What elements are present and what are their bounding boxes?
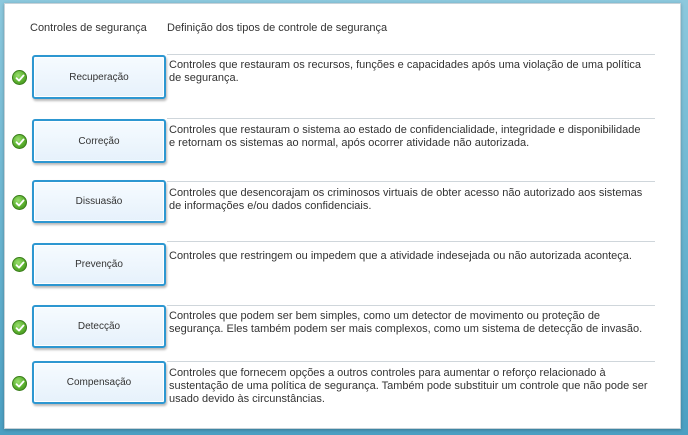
drag-tile-compensacao[interactable]: Compensação: [32, 361, 166, 404]
check-circle-icon: [12, 134, 27, 149]
definition-text: Controles que podem ser bem simples, com…: [169, 310, 643, 335]
row-divider: [167, 305, 655, 306]
check-circle-icon: [12, 257, 27, 272]
check-circle-icon: [12, 195, 27, 210]
definition-text: Controles que fornecem opções a outros c…: [169, 367, 648, 405]
drag-tile-prevencao[interactable]: Prevenção: [32, 243, 166, 286]
drag-tile-correcao[interactable]: Correção: [32, 119, 166, 163]
drag-tile-dissuasao[interactable]: Dissuasão: [32, 180, 166, 223]
row-divider: [167, 361, 655, 362]
drag-tile-deteccao[interactable]: Detecção: [32, 305, 166, 348]
definition-text: Controles que desencorajam os criminosos…: [169, 187, 643, 212]
row-divider: [167, 54, 655, 55]
drag-tile-recuperacao[interactable]: Recuperação: [32, 55, 166, 99]
activity-panel: Controles de segurança Definição dos tip…: [4, 3, 681, 429]
row-divider: [167, 241, 655, 242]
check-circle-icon: [12, 376, 27, 391]
definition-text: Controles que restauram os recursos, fun…: [169, 59, 642, 84]
column-header-controls: Controles de segurança: [30, 22, 147, 34]
row-divider: [167, 118, 655, 119]
column-header-definitions: Definição dos tipos de controle de segur…: [167, 22, 388, 34]
check-circle-icon: [12, 320, 27, 335]
definition-text: Controles que restauram o sistema ao est…: [169, 124, 641, 149]
check-circle-icon: [12, 70, 27, 85]
definition-text: Controles que restringem ou impedem que …: [169, 250, 632, 262]
row-divider: [167, 181, 655, 182]
